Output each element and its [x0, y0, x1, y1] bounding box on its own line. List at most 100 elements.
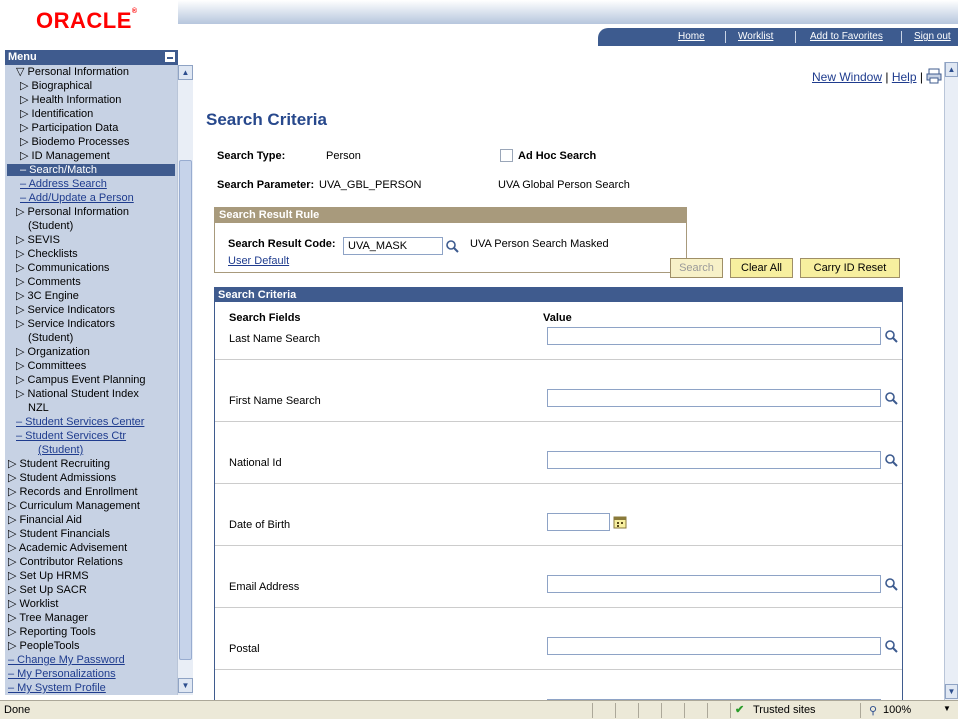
menu-link[interactable]: – Address Search: [20, 178, 107, 190]
menu-item[interactable]: ▷ Academic Advisement: [8, 542, 127, 554]
menu-item[interactable]: ▷ 3C Engine: [16, 290, 79, 302]
menu-item[interactable]: – Search/Match: [7, 164, 175, 176]
lookup-icon[interactable]: [884, 453, 898, 467]
print-help-icon[interactable]: [926, 68, 942, 84]
search-result-code-desc: UVA Person Search Masked: [470, 238, 609, 250]
menu-item[interactable]: ▷ Biographical: [20, 80, 92, 92]
lookup-icon[interactable]: [884, 639, 898, 653]
menu-link[interactable]: (Student): [38, 444, 83, 456]
scroll-up-icon[interactable]: ▲: [945, 62, 958, 77]
menu-item[interactable]: ▷ SEVIS: [16, 234, 60, 246]
menu-item[interactable]: ▷ Worklist: [8, 598, 58, 610]
new-window-link[interactable]: New Window: [812, 70, 882, 84]
field-input[interactable]: [547, 575, 881, 593]
page-title: Search Criteria: [206, 110, 327, 129]
search-parameter-label: Search Parameter:: [217, 179, 315, 191]
menu-item[interactable]: ▷ Checklists: [16, 248, 78, 260]
menu-item[interactable]: ▷ Student Admissions: [8, 472, 116, 484]
menu-item[interactable]: ▷ Personal Information: [16, 206, 129, 218]
search-type-value: Person: [326, 150, 361, 162]
scroll-down-icon[interactable]: ▼: [945, 684, 958, 699]
menu-item[interactable]: ▷ Reporting Tools: [8, 626, 96, 638]
zoom-control[interactable]: ⚲ 100% ▼: [860, 703, 958, 718]
lookup-icon[interactable]: [445, 239, 459, 253]
menu-item[interactable]: ▷ Service Indicators: [16, 304, 115, 316]
scroll-up-icon[interactable]: ▲: [178, 65, 193, 80]
zoom-level: 100%: [883, 704, 912, 716]
search-parameter-value: UVA_GBL_PERSON: [319, 179, 422, 191]
menu-title: Menu: [8, 51, 37, 63]
menu-link[interactable]: – My System Profile: [8, 682, 106, 694]
menu-link[interactable]: – My Personalizations: [8, 668, 116, 680]
menu-item[interactable]: ▷ PeopleTools: [8, 640, 79, 652]
menu-item[interactable]: ▷ Communications: [16, 262, 109, 274]
menu-item[interactable]: ▷ Identification: [20, 108, 93, 120]
row-separator: [215, 421, 902, 422]
menu-item[interactable]: ▷ Student Recruiting: [8, 458, 110, 470]
menu-item[interactable]: ▷ Committees: [16, 360, 86, 372]
menu-item[interactable]: ▷ Organization: [16, 346, 90, 358]
menu-item[interactable]: ▷ Comments: [16, 276, 81, 288]
field-label: First Name Search: [229, 395, 321, 407]
menu-item[interactable]: (Student): [28, 332, 73, 344]
chevron-down-icon[interactable]: ▼: [943, 704, 951, 713]
collapse-icon[interactable]: [165, 52, 175, 62]
field-input[interactable]: [547, 451, 881, 469]
menu-item[interactable]: ▷ Participation Data: [20, 122, 118, 134]
zone-text: Trusted sites: [753, 704, 816, 716]
field-label: Last Name Search: [229, 333, 321, 345]
menu-link[interactable]: – Change My Password: [8, 654, 125, 666]
field-input[interactable]: [547, 637, 881, 655]
menu-item[interactable]: ▷ Set Up SACR: [8, 584, 87, 596]
menu-link[interactable]: – Student Services Ctr: [16, 430, 126, 442]
calendar-icon[interactable]: [613, 515, 627, 529]
nav-worklist-link[interactable]: Worklist: [738, 31, 773, 42]
menu-item[interactable]: ▷ Curriculum Management: [8, 500, 140, 512]
field-input[interactable]: [547, 389, 881, 407]
search-result-code-input[interactable]: UVA_MASK: [343, 237, 443, 255]
menu-item[interactable]: (Student): [28, 220, 73, 232]
field-input[interactable]: [547, 327, 881, 345]
search-button[interactable]: Search: [670, 258, 723, 278]
field-label: National Id: [229, 457, 282, 469]
menu-link[interactable]: – Student Services Center: [16, 416, 144, 428]
menu-item[interactable]: ▷ Health Information: [20, 94, 121, 106]
menu-link[interactable]: – Add/Update a Person: [20, 192, 134, 204]
menu-item[interactable]: ▷ Biodemo Processes: [20, 136, 129, 148]
help-link[interactable]: Help: [892, 70, 917, 84]
nav-home-link[interactable]: Home: [678, 31, 705, 42]
zoom-icon: ⚲: [869, 705, 878, 717]
field-input[interactable]: [547, 513, 610, 531]
menu-item[interactable]: ▷ Records and Enrollment: [8, 486, 138, 498]
menu-item[interactable]: ▷ Student Financials: [8, 528, 110, 540]
field-label: Postal: [229, 643, 260, 655]
nav-add-favorites-link[interactable]: Add to Favorites: [810, 31, 883, 42]
menu-item[interactable]: ▷ Set Up HRMS: [8, 570, 89, 582]
menu-item[interactable]: ▷ Financial Aid: [8, 514, 82, 526]
menu-scrollbar[interactable]: ▲ ▼: [177, 65, 193, 695]
lookup-icon[interactable]: [884, 391, 898, 405]
ad-hoc-search-checkbox[interactable]: [500, 149, 513, 162]
row-separator: [215, 359, 902, 360]
user-default-link[interactable]: User Default: [228, 255, 289, 267]
menu-item[interactable]: ▷ Contributor Relations: [8, 556, 123, 568]
lookup-icon[interactable]: [884, 577, 898, 591]
search-type-label: Search Type:: [217, 150, 286, 162]
menu-item[interactable]: ▽ Personal Information: [16, 66, 129, 78]
menu-item[interactable]: ▷ National Student Index: [16, 388, 139, 400]
menu-item[interactable]: NZL: [28, 402, 49, 414]
carry-id-reset-button[interactable]: Carry ID Reset: [800, 258, 900, 278]
scroll-thumb[interactable]: [179, 160, 192, 660]
field-label: Date of Birth: [229, 519, 291, 531]
scroll-down-icon[interactable]: ▼: [178, 678, 193, 693]
menu-item[interactable]: ▷ Service Indicators: [16, 318, 115, 330]
content-scrollbar[interactable]: ▲ ▼: [944, 62, 958, 700]
menu-item[interactable]: ▷ ID Management: [20, 150, 110, 162]
lookup-icon[interactable]: [884, 329, 898, 343]
menu-item[interactable]: ▷ Campus Event Planning: [16, 374, 146, 386]
nav-sign-out-link[interactable]: Sign out: [914, 31, 951, 42]
menu-item[interactable]: ▷ Tree Manager: [8, 612, 88, 624]
clear-all-button[interactable]: Clear All: [730, 258, 793, 278]
top-band: [178, 0, 958, 24]
row-separator: [215, 607, 902, 608]
